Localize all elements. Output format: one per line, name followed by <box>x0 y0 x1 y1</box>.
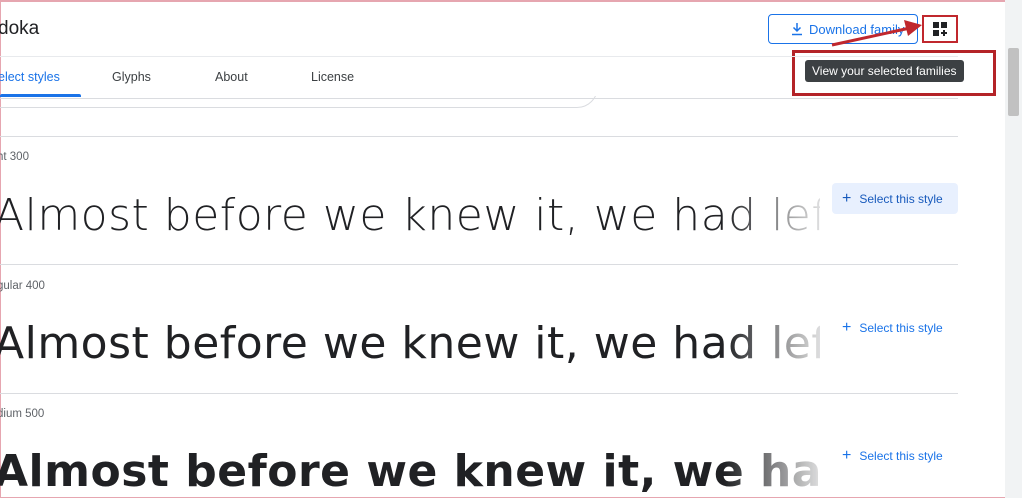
plus-icon: + <box>842 446 852 464</box>
plus-icon: + <box>842 189 852 207</box>
selected-families-icon <box>933 22 947 36</box>
tab-license[interactable]: License <box>311 57 354 97</box>
style-sample-medium: Almost before we knew it, we had left <box>0 446 820 497</box>
style-divider <box>0 264 958 265</box>
select-style-label: Select this style <box>859 448 943 463</box>
style-name-medium: dium 500 <box>0 408 45 420</box>
style-name-regular: gular 400 <box>0 280 45 292</box>
annotation-arrow <box>831 20 922 47</box>
select-style-button-regular[interactable]: + Select this style <box>832 312 958 343</box>
tab-bar: elect styles Glyphs About License <box>0 56 958 99</box>
style-name-light: ht 300 <box>0 151 29 163</box>
scrollbar-thumb[interactable] <box>1008 48 1019 116</box>
preview-text-input[interactable] <box>0 96 600 110</box>
style-divider <box>0 393 958 394</box>
style-sample-regular: Almost before we knew it, we had left <box>0 318 820 369</box>
select-style-label: Select this style <box>859 191 943 206</box>
select-style-label: Select this style <box>859 320 943 335</box>
tab-about[interactable]: About <box>215 57 248 97</box>
style-sample-light: Almost before we knew it, we had left <box>0 190 820 241</box>
select-style-button-medium[interactable]: + Select this style <box>832 440 958 471</box>
plus-icon: + <box>842 318 852 336</box>
select-style-button-light[interactable]: + Select this style <box>832 183 958 214</box>
tab-glyphs[interactable]: Glyphs <box>112 57 151 97</box>
tab-select-styles[interactable]: elect styles <box>0 57 60 97</box>
font-family-title: doka <box>0 18 40 39</box>
style-divider <box>0 136 958 137</box>
download-icon <box>792 23 802 36</box>
